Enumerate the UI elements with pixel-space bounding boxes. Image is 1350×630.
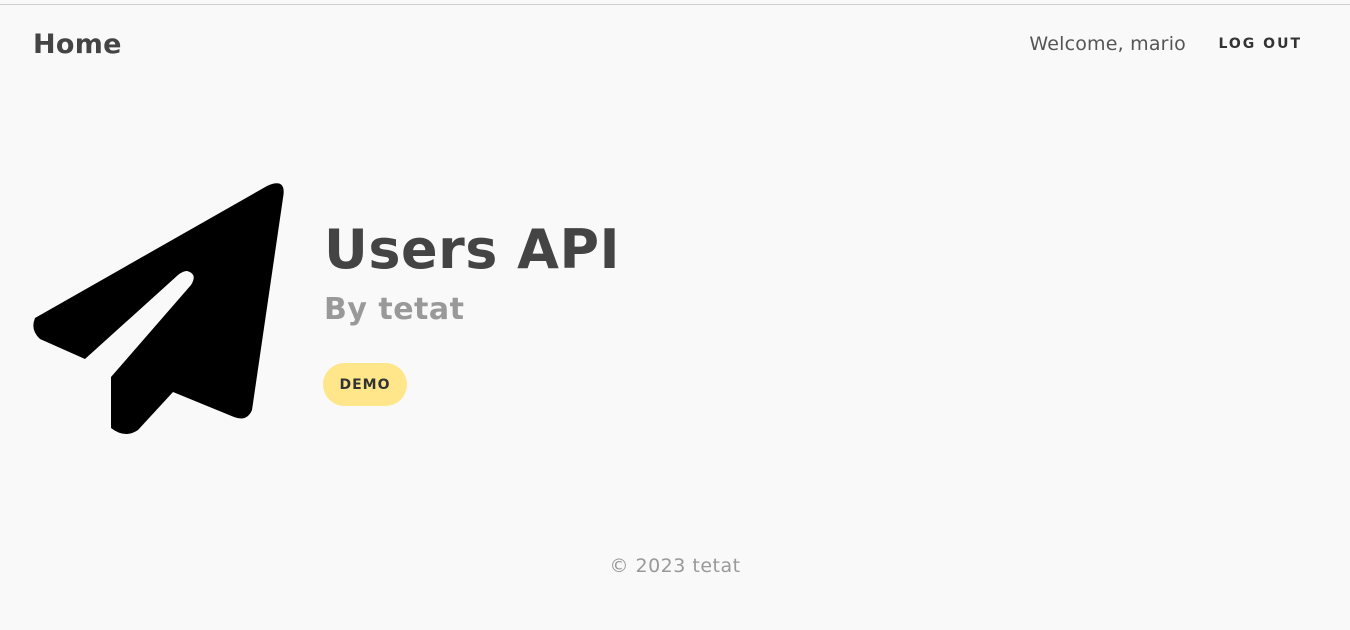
navbar: Home Welcome, mario LOG OUT (0, 5, 1350, 85)
hero-text: Users API By tetat (324, 212, 620, 332)
home-link[interactable]: Home (33, 29, 122, 60)
demo-button[interactable]: DEMO (323, 363, 407, 406)
page-subtitle: By tetat (324, 292, 465, 327)
logout-button[interactable]: LOG OUT (1218, 36, 1302, 52)
welcome-text: Welcome, mario (1029, 33, 1186, 55)
paper-plane-icon (33, 183, 284, 435)
page-title: Users API (324, 218, 621, 281)
footer-copyright: © 2023 tetat (609, 555, 741, 577)
